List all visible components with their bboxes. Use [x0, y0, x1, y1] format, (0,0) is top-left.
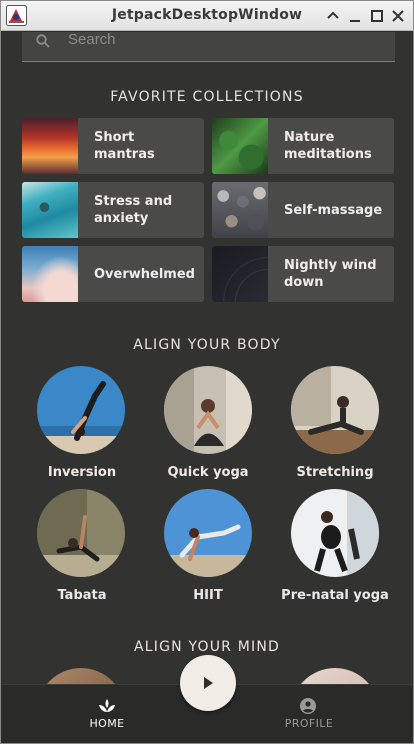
minimize-button[interactable]: [345, 6, 365, 26]
body-item-label: Inversion: [47, 465, 117, 480]
body-item-quick-yoga-image[interactable]: [164, 366, 252, 454]
nav-profile[interactable]: PROFILE: [249, 685, 369, 744]
mind-item-image[interactable]: [291, 668, 379, 684]
maximize-button[interactable]: [367, 6, 387, 26]
search-placeholder: Search: [68, 32, 116, 48]
body-item-label: HIIT: [193, 588, 223, 603]
collection-label: Nature meditations: [284, 130, 372, 162]
collection-label: Self-massage: [284, 202, 383, 218]
short-mantras-thumbnail: [22, 118, 78, 174]
collapse-button[interactable]: [323, 6, 343, 26]
collection-card-nightly-wind-down[interactable]: Nightly wind down: [212, 246, 394, 302]
align-your-body-title: ALIGN YOUR BODY: [133, 337, 281, 353]
mind-item-image[interactable]: [37, 668, 125, 684]
collection-card-overwhelmed[interactable]: Overwhelmed: [22, 246, 204, 302]
body-item-inversion-image[interactable]: [37, 366, 125, 454]
tabata-photo: [37, 489, 125, 577]
body-item-stretching-image[interactable]: [291, 366, 379, 454]
nav-home-label: HOME: [89, 717, 125, 730]
quick-yoga-photo: [164, 366, 252, 454]
stretching-photo: [291, 366, 379, 454]
nav-profile-label: PROFILE: [284, 717, 334, 730]
body-item-label: Pre-natal yoga: [281, 588, 389, 603]
play-button[interactable]: [180, 655, 236, 711]
spa-icon: [99, 699, 115, 712]
minimize-icon: [350, 20, 360, 22]
search-field[interactable]: Search: [22, 32, 395, 62]
collection-label: Overwhelmed: [94, 266, 195, 282]
body-item-label: Quick yoga: [167, 465, 249, 480]
close-icon: [392, 10, 404, 22]
nightly-wind-down-thumbnail: [212, 246, 268, 302]
stress-and-anxiety-thumbnail: [22, 182, 78, 238]
chevron-up-icon: [327, 11, 339, 19]
nature-meditations-thumbnail: [212, 118, 268, 174]
title-bar[interactable]: JetpackDesktopWindow: [1, 1, 413, 31]
search-icon: [36, 34, 50, 48]
account-circle-icon: [300, 698, 316, 714]
collection-card-short-mantras[interactable]: Short mantras: [22, 118, 204, 174]
app-window: JetpackDesktopWindow Search FAVORITE COL…: [0, 0, 414, 744]
self-massage-thumbnail: [212, 182, 268, 238]
collection-card-stress-and-anxiety[interactable]: Stress and anxiety: [22, 182, 204, 238]
overwhelmed-thumbnail: [22, 246, 78, 302]
play-icon: [204, 677, 213, 689]
close-button[interactable]: [388, 6, 408, 26]
body-item-label: Tabata: [57, 588, 107, 603]
pre-natal-yoga-photo: [291, 489, 379, 577]
inversion-photo: [37, 366, 125, 454]
collection-card-nature-meditations[interactable]: Nature meditations: [212, 118, 394, 174]
align-your-mind-title: ALIGN YOUR MIND: [134, 639, 280, 655]
collection-label: Stress and anxiety: [94, 194, 173, 226]
collection-label: Nightly wind down: [284, 258, 377, 290]
collection-label: Short mantras: [94, 130, 155, 162]
favorite-collections-title: FAVORITE COLLECTIONS: [110, 89, 304, 105]
mind-photo: [37, 668, 125, 684]
body-item-label: Stretching: [296, 465, 374, 480]
maximize-icon: [371, 10, 383, 22]
body-item-tabata-image[interactable]: [37, 489, 125, 577]
home-scroll-content[interactable]: Search FAVORITE COLLECTIONS Short mantra…: [2, 32, 412, 684]
nav-home[interactable]: HOME: [47, 685, 167, 744]
body-item-pre-natal-yoga-image[interactable]: [291, 489, 379, 577]
hiit-photo: [164, 489, 252, 577]
mind-photo: [291, 668, 379, 684]
body-item-hiit-image[interactable]: [164, 489, 252, 577]
collection-card-self-massage[interactable]: Self-massage: [212, 182, 394, 238]
